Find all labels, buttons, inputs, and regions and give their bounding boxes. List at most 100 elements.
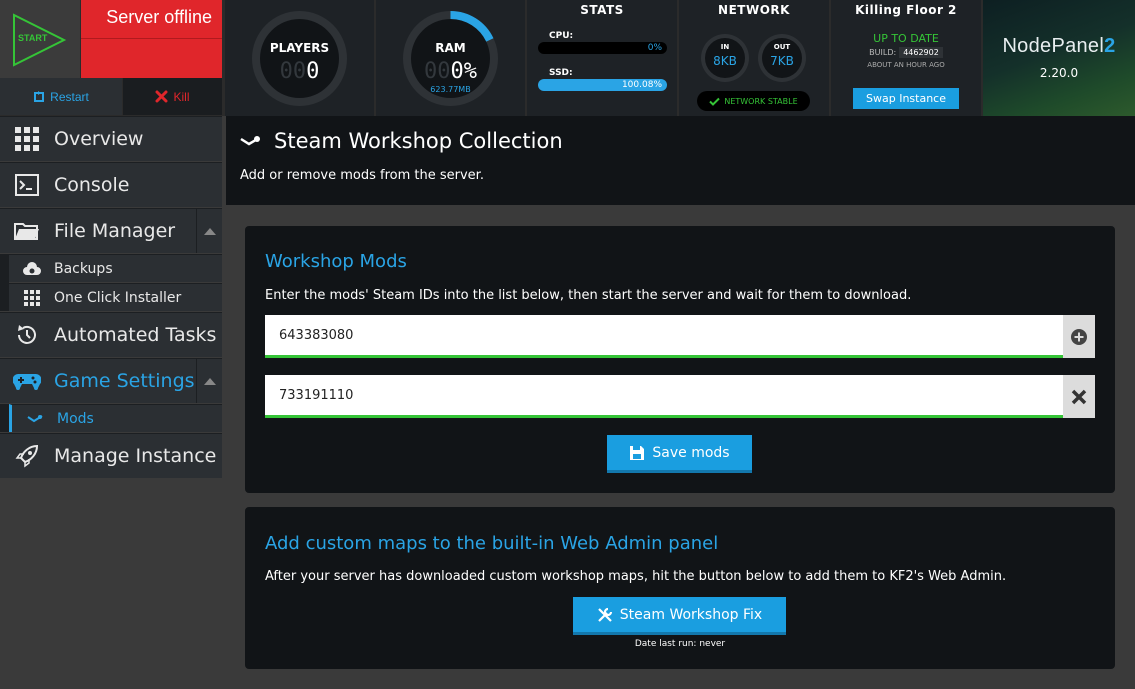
players-label: PLAYERS [269, 41, 330, 55]
app-root: START Server offline Restart Kill PLAYER… [0, 0, 1135, 689]
rocket-icon [15, 444, 39, 468]
network-out-gauge: OUT 7KB [758, 34, 806, 82]
sidebar-item-mods[interactable]: Mods [9, 404, 222, 432]
build-number: 4462902 [899, 47, 943, 58]
swap-instance-button[interactable]: Swap Instance [853, 88, 959, 109]
network-tile: NETWORK IN 8KB OUT 7KB NETWORK STABLE [679, 0, 829, 116]
custom-maps-description: After your server has downloaded custom … [265, 569, 1007, 584]
sidebar-item-backups[interactable]: Backups [9, 254, 222, 282]
floppy-disk-icon [630, 445, 645, 460]
tasks-clock-icon [18, 325, 36, 344]
sidebar-label-automated-tasks: Automated Tasks [54, 324, 217, 346]
steam-icon [26, 414, 43, 422]
players-tile: PLAYERS 000 [225, 0, 374, 116]
page-title: Steam Workshop Collection [274, 129, 563, 153]
tools-icon [598, 607, 612, 622]
restart-icon [34, 90, 45, 102]
sidebar-label-overview: Overview [54, 128, 144, 150]
restart-label: Restart [50, 89, 89, 104]
sidebar-item-manage-instance[interactable]: Manage Instance [0, 433, 222, 478]
save-mods-label: Save mods [652, 444, 730, 461]
status-divider [81, 38, 222, 39]
sidebar-label-backups: Backups [54, 260, 113, 277]
ram-usage-arc [450, 11, 494, 42]
top-bar: START Server offline Restart Kill PLAYER… [0, 0, 1135, 116]
network-title: NETWORK [718, 3, 790, 17]
mod-id-input[interactable] [265, 375, 1063, 418]
sidebar-label-manage-instance: Manage Instance [54, 445, 217, 467]
gamepad-icon [13, 373, 41, 390]
ssd-bar: 100.08% [538, 79, 667, 91]
cloud-icon [22, 261, 41, 275]
network-in-label: IN [720, 43, 730, 51]
sidebar: Overview Console File Manager Backups On… [0, 116, 224, 689]
brand-background [983, 0, 1135, 116]
update-status: UP TO DATE [873, 32, 939, 45]
kill-button[interactable]: Kill [123, 78, 222, 115]
sidebar-label-game-settings: Game Settings [54, 370, 195, 392]
mod-id-input[interactable] [265, 315, 1063, 358]
mod-row [265, 315, 1095, 358]
close-icon [155, 90, 168, 103]
custom-maps-title: Add custom maps to the built-in Web Admi… [265, 533, 719, 554]
start-button[interactable]: START [0, 0, 80, 78]
network-in-value: 8KB [713, 54, 737, 68]
start-label: START [18, 33, 48, 43]
add-mod-button[interactable] [1063, 315, 1095, 358]
game-title: Killing Floor 2 [855, 3, 957, 17]
page-header: Steam Workshop Collection Add or remove … [226, 116, 1135, 205]
mod-row [265, 375, 1095, 418]
steam-workshop-fix-button[interactable]: Steam Workshop Fix [573, 597, 786, 635]
cpu-bar: 0% [538, 42, 667, 54]
ssd-label: SSD: [549, 68, 573, 78]
network-status-badge: NETWORK STABLE [697, 91, 810, 111]
sidebar-item-overview[interactable]: Overview [0, 116, 222, 161]
sidebar-item-automated-tasks[interactable]: Automated Tasks [0, 312, 222, 357]
stats-title: STATS [580, 3, 624, 17]
restart-button[interactable]: Restart [0, 78, 122, 115]
save-mods-button[interactable]: Save mods [607, 435, 752, 473]
file-manager-collapse-toggle[interactable] [196, 209, 222, 253]
brand-logo: NodePanel2 [1002, 35, 1116, 57]
sidebar-item-console[interactable]: Console [0, 162, 222, 207]
remove-mod-button[interactable] [1063, 375, 1095, 418]
game-tile: Killing Floor 2 UP TO DATE BUILD: 4462902… [831, 0, 981, 116]
stats-tile: STATS CPU: 0% SSD: 100.08% [527, 0, 677, 116]
close-icon [1071, 389, 1087, 404]
brand-tile: NodePanel2 2.20.0 [983, 0, 1135, 116]
server-status-panel: Server offline [81, 0, 222, 78]
players-count: 000 [279, 59, 320, 84]
sidebar-label-one-click-installer: One Click Installer [54, 289, 182, 306]
workshop-mods-title: Workshop Mods [265, 251, 407, 272]
steam-icon [240, 136, 260, 146]
submenu-indent [0, 254, 9, 311]
network-out-label: OUT [773, 43, 791, 51]
check-icon [709, 97, 721, 106]
steam-workshop-fix-label: Steam Workshop Fix [619, 606, 763, 623]
sidebar-item-game-settings[interactable]: Game Settings [0, 358, 222, 403]
workshop-mods-card: Workshop Mods Enter the mods' Steam IDs … [245, 226, 1115, 493]
grid-small-icon [23, 289, 40, 306]
players-gauge: PLAYERS 000 [252, 11, 347, 106]
network-out-value: 7KB [770, 54, 794, 68]
submenu-indent [0, 404, 9, 432]
grid-icon [15, 127, 39, 151]
sidebar-label-file-manager: File Manager [54, 220, 176, 242]
cpu-value: 0% [647, 43, 662, 53]
ssd-value: 100.08% [621, 80, 662, 90]
ram-tile: RAM 000% 623.77MB [376, 0, 525, 116]
chevron-up-icon [203, 378, 216, 385]
workshop-mods-description: Enter the mods' Steam IDs into the list … [265, 288, 912, 303]
chevron-up-icon [203, 228, 216, 235]
last-updated: ABOUT AN HOUR AGO [867, 61, 945, 69]
network-in-gauge: IN 8KB [701, 34, 749, 82]
plus-circle-icon [1071, 328, 1087, 345]
build-info: BUILD: 4462902 [831, 47, 981, 58]
sidebar-item-one-click-installer[interactable]: One Click Installer [9, 283, 222, 311]
sidebar-item-file-manager[interactable]: File Manager [0, 208, 222, 253]
cpu-label: CPU: [549, 31, 574, 41]
sidebar-label-console: Console [54, 174, 130, 196]
game-settings-collapse-toggle[interactable] [196, 359, 222, 403]
page-subtitle: Add or remove mods from the server. [240, 168, 484, 183]
sidebar-label-mods: Mods [57, 410, 94, 427]
